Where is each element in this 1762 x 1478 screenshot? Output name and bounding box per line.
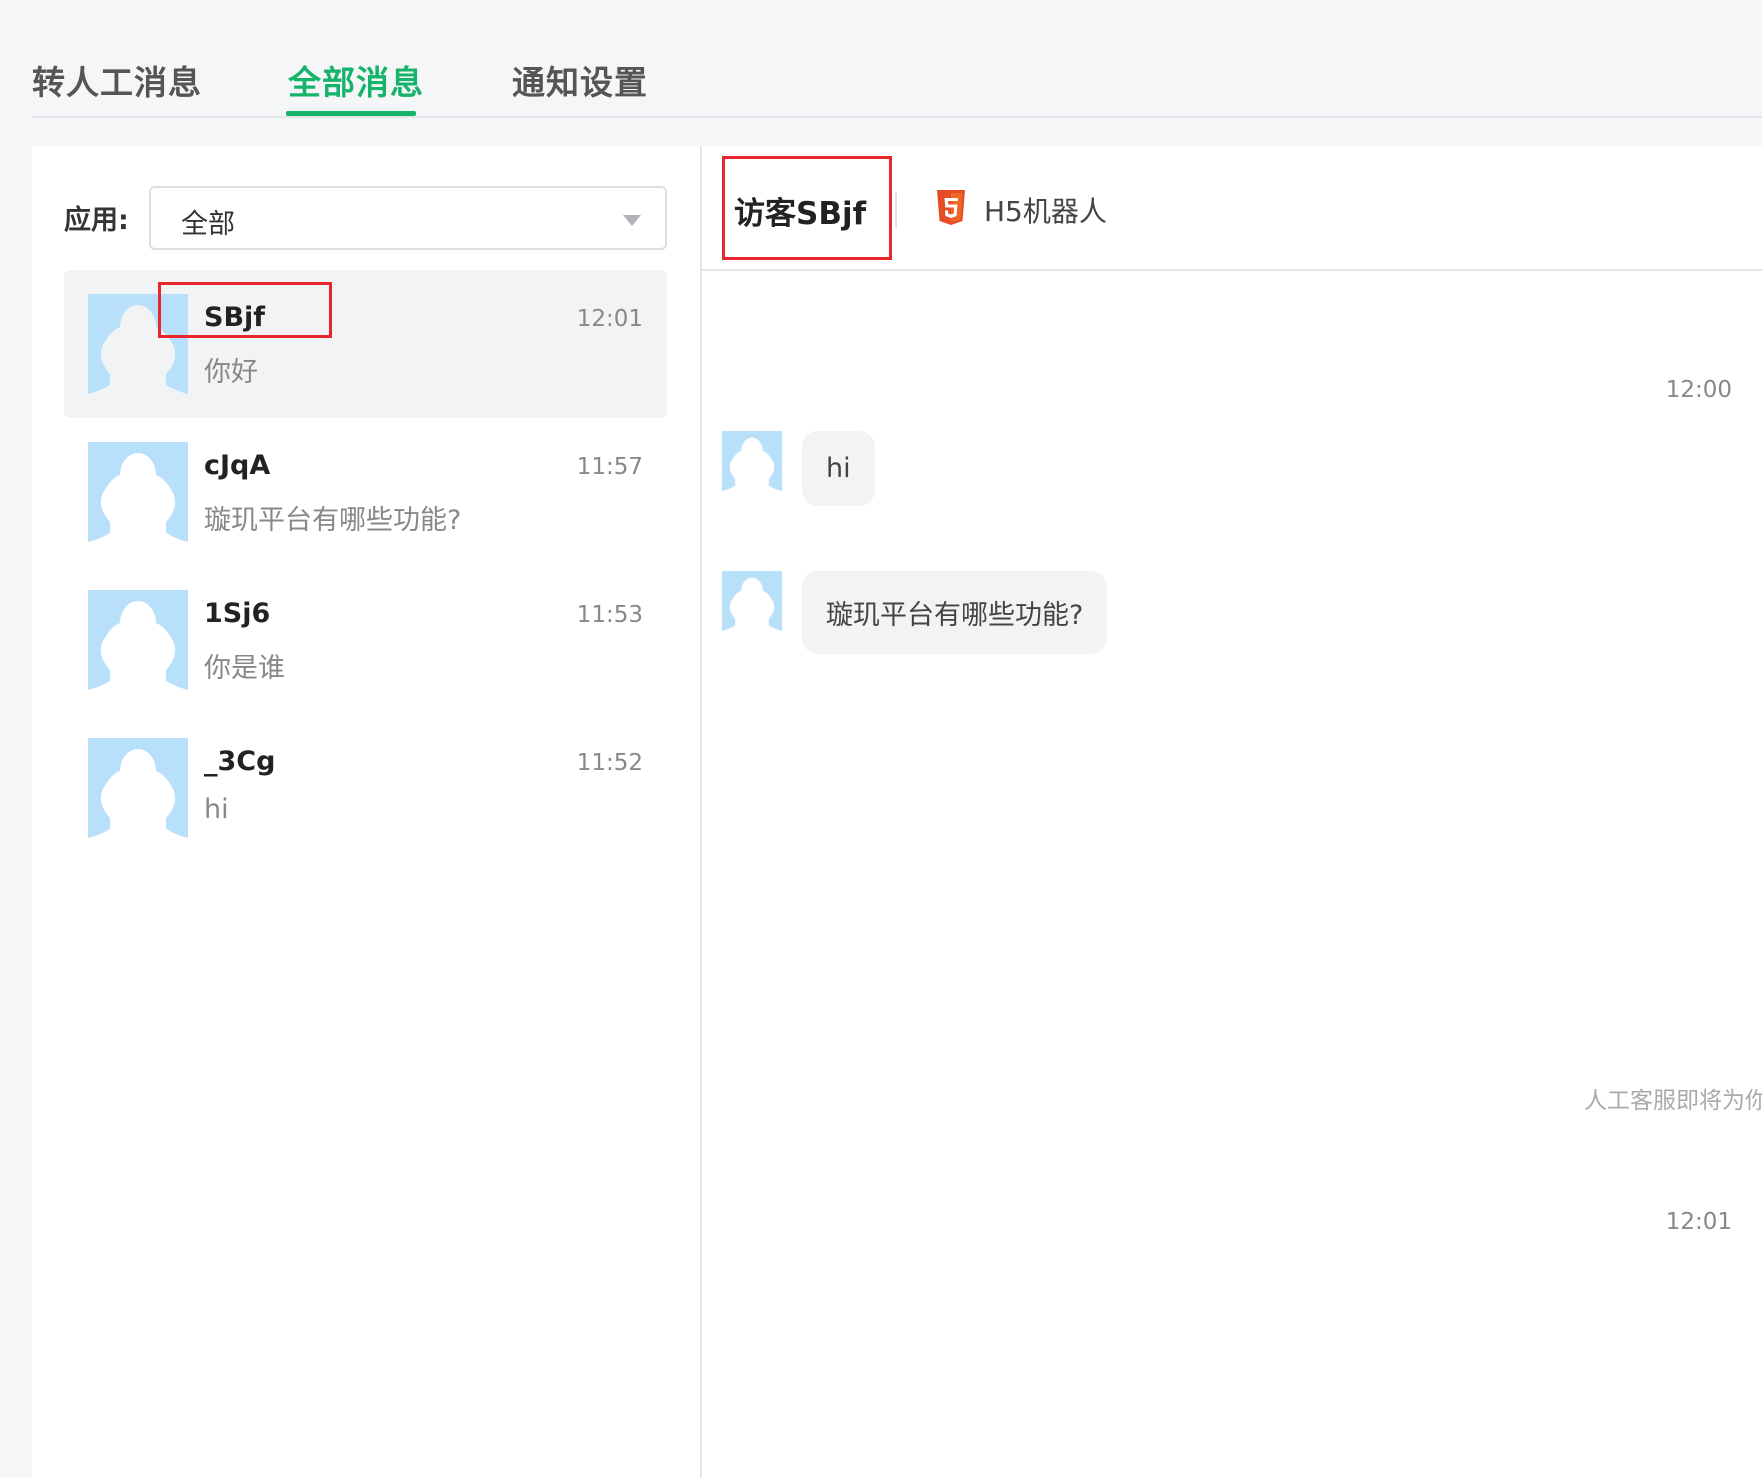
header-divider: [895, 192, 897, 228]
caret-down-icon: [623, 215, 641, 226]
html5-icon: [937, 190, 965, 225]
visitor-name: 访客SBjf: [734, 196, 867, 232]
avatar: [88, 590, 188, 690]
app-filter-label: 应用:: [64, 205, 129, 236]
app-filter-select[interactable]: 全部: [149, 186, 667, 250]
conversation-item[interactable]: 1Sj6 11:53 你是谁: [64, 566, 667, 714]
conversation-time: 11:52: [576, 750, 643, 776]
avatar: [88, 442, 188, 542]
chat-header: 访客SBjf H5机器人: [702, 146, 1762, 271]
conversation-item[interactable]: _3Cg 11:52 hi: [64, 714, 667, 862]
tab-bar: 转人工消息 全部消息 通知设置: [32, 0, 1762, 118]
conversation-preview: 你好: [204, 357, 258, 388]
tab-transfer-messages[interactable]: 转人工消息: [32, 56, 202, 104]
active-tab-indicator: [286, 111, 416, 116]
conversation-time: 11:53: [576, 602, 643, 628]
message-bubble: hi: [802, 431, 875, 506]
app-root: 转人工消息 全部消息 通知设置 应用: 全部 SBjf 12:01 你好 cJq…: [0, 0, 1762, 1478]
conversation-name: cJqA: [204, 450, 271, 481]
tab-all-messages[interactable]: 全部消息: [288, 56, 424, 104]
conversation-panel: 应用: 全部 SBjf 12:01 你好 cJqA 11:57 璇玑平台有哪些功…: [32, 146, 700, 1478]
avatar: [88, 738, 188, 838]
conversation-preview: 你是谁: [204, 653, 285, 684]
avatar: [88, 294, 188, 394]
conversation-name: 1Sj6: [204, 598, 271, 629]
conversation-time: 11:57: [576, 454, 643, 480]
conversation-item[interactable]: cJqA 11:57 璇玑平台有哪些功能?: [64, 418, 667, 566]
system-note: 人工客服即将为你: [1584, 1088, 1762, 1114]
conversation-preview: hi: [204, 794, 229, 825]
avatar: [722, 431, 782, 491]
conversation-name: _3Cg: [204, 746, 276, 777]
conversation-list: SBjf 12:01 你好 cJqA 11:57 璇玑平台有哪些功能? 1Sj6…: [64, 270, 667, 862]
conversation-item[interactable]: SBjf 12:01 你好: [64, 270, 667, 418]
app-filter-value: 全部: [181, 209, 235, 240]
tab-notification-settings[interactable]: 通知设置: [512, 56, 648, 104]
avatar: [722, 571, 782, 631]
message-bubble: 璇玑平台有哪些功能?: [802, 571, 1108, 654]
conversation-name: SBjf: [204, 302, 266, 333]
chat-panel: 访客SBjf H5机器人 12:00 hi 璇玑平台有哪些功能? 人工客服即将为…: [700, 146, 1762, 1478]
message-timestamp: 12:00: [1665, 377, 1732, 403]
conversation-preview: 璇玑平台有哪些功能?: [204, 505, 462, 536]
message-timestamp: 12:01: [1665, 1209, 1732, 1235]
conversation-time: 12:01: [576, 306, 643, 332]
app-name: H5机器人: [984, 195, 1107, 228]
